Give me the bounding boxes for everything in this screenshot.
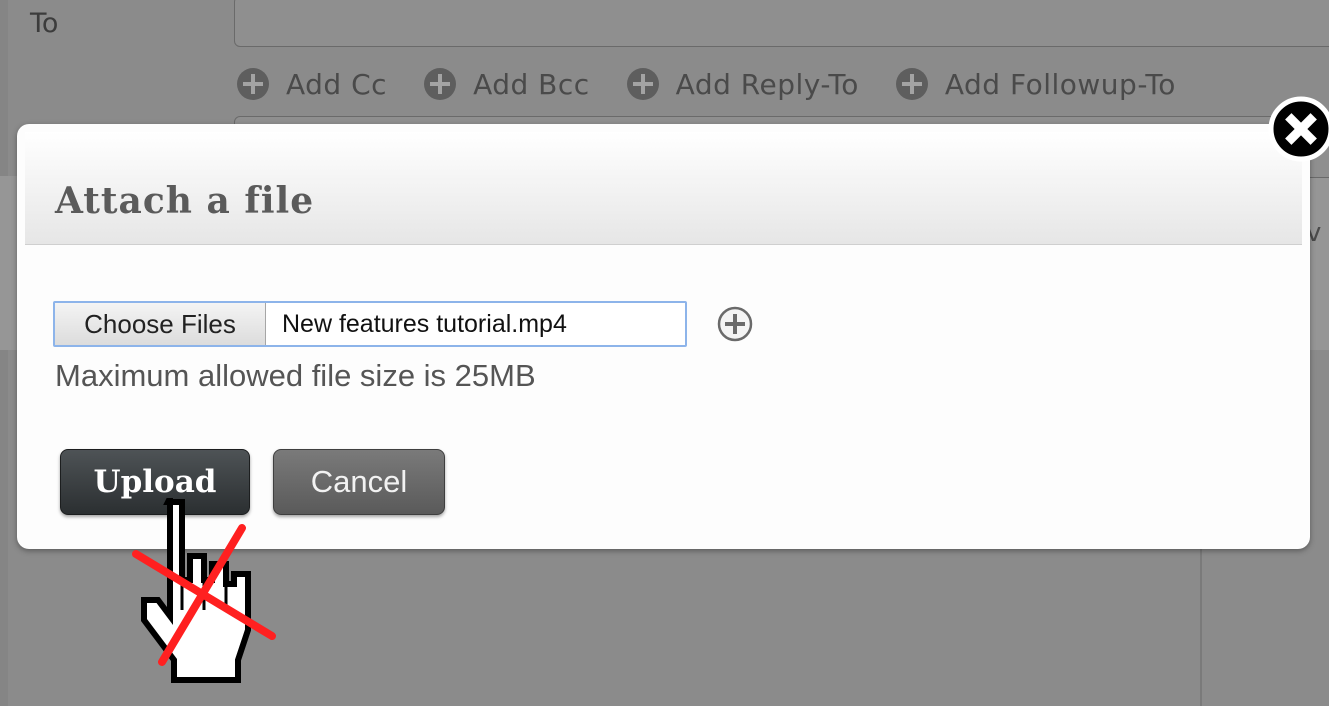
attach-file-dialog: Attach a file Choose Files New features … [17,124,1310,549]
add-bcc-label: Add Bcc [473,67,590,101]
selected-file-name: New features tutorial.mp4 [282,309,567,338]
add-recipient-links: Add Cc Add Bcc Add Reply-To Add Followup… [236,64,1212,104]
add-followup-to-label: Add Followup-To [944,67,1176,101]
dialog-header: Attach a file [25,132,1302,245]
add-cc-label: Add Cc [286,67,388,101]
add-file-plus-icon[interactable] [717,306,753,342]
hand-pointer-icon [132,498,276,683]
add-bcc-link[interactable]: Add Bcc [423,67,590,101]
max-file-size-note: Maximum allowed file size is 25MB [55,358,536,393]
to-label: To [30,8,59,39]
to-input[interactable] [234,0,1329,47]
plus-circle-icon [626,68,659,100]
add-reply-to-link[interactable]: Add Reply-To [626,67,859,101]
plus-circle-icon [895,68,928,100]
left-column [0,0,8,706]
add-followup-to-link[interactable]: Add Followup-To [895,67,1176,101]
cancel-button[interactable]: Cancel [273,449,445,515]
plus-circle-icon [424,68,457,100]
plus-circle-icon [237,68,269,100]
choose-files-button[interactable]: Choose Files [55,303,266,345]
add-cc-link[interactable]: Add Cc [236,67,387,101]
file-input[interactable]: Choose Files New features tutorial.mp4 [53,301,687,347]
close-icon[interactable] [1268,96,1329,162]
right-panel [1200,540,1329,706]
add-reply-to-label: Add Reply-To [675,67,859,101]
file-row: Choose Files New features tutorial.mp4 [53,300,753,348]
dialog-title: Attach a file [55,180,315,222]
